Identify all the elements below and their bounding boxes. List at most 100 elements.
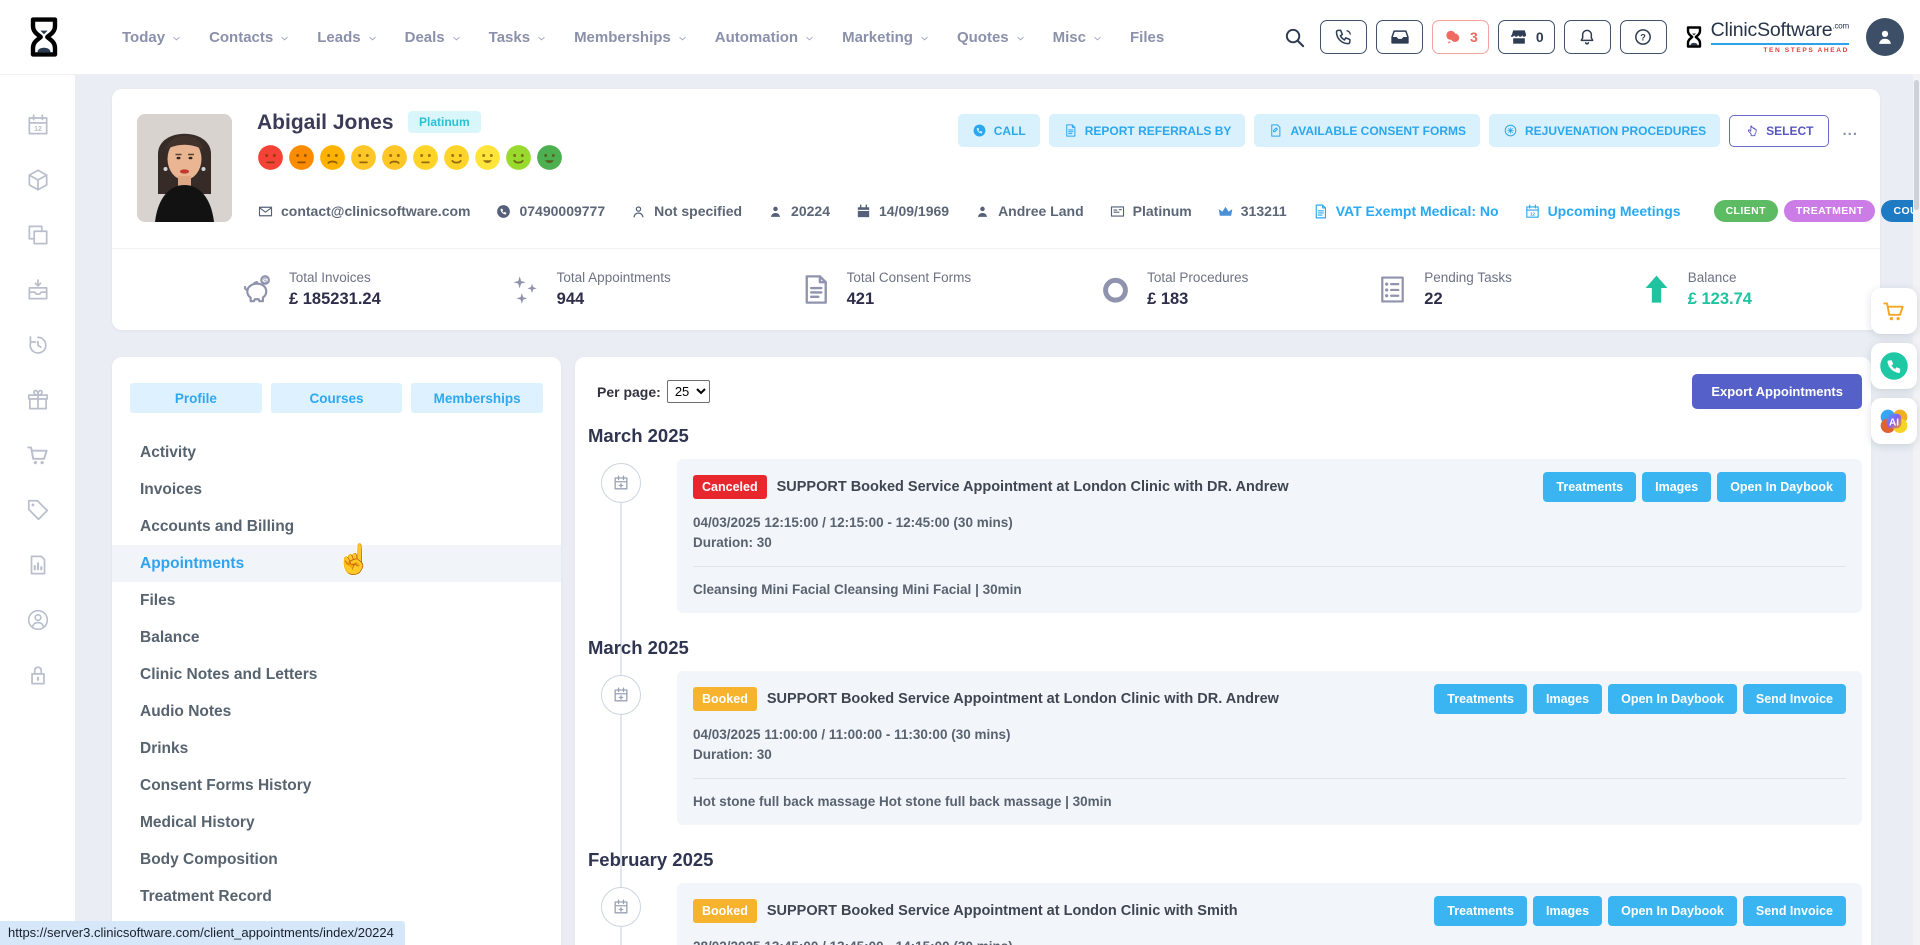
nav-leads[interactable]: Leads — [317, 29, 377, 46]
send-invoice-button[interactable]: Send Invoice — [1743, 896, 1846, 926]
call-button[interactable]: CALL — [958, 114, 1040, 147]
store-button[interactable]: 0 — [1498, 20, 1555, 54]
available-consent-forms-button[interactable]: AVAILABLE CONSENT FORMS — [1254, 114, 1480, 147]
sidebar-item-consent-forms-history[interactable]: Consent Forms History — [112, 767, 561, 804]
floating-phone-button[interactable] — [1871, 343, 1917, 389]
rail-gift-icon[interactable] — [25, 387, 51, 413]
notifications-button[interactable] — [1564, 20, 1611, 54]
rail-report-icon[interactable] — [25, 552, 51, 578]
mood-face-8[interactable] — [474, 144, 501, 171]
phone-teal-icon — [1879, 351, 1909, 381]
floating-ai-button[interactable]: AI — [1871, 398, 1917, 444]
sidebar-item-audio-notes[interactable]: Audio Notes — [112, 693, 561, 730]
scrollbar[interactable] — [1913, 74, 1920, 945]
mood-face-1[interactable] — [257, 144, 284, 171]
sidebar-item-drinks[interactable]: Drinks — [112, 730, 561, 767]
sidebar-item-files[interactable]: Files — [112, 582, 561, 619]
svg-text:12: 12 — [34, 126, 42, 133]
app-logo-icon[interactable] — [22, 8, 66, 66]
treatments-button[interactable]: Treatments — [1434, 684, 1527, 714]
scrollbar-thumb[interactable] — [1914, 80, 1919, 210]
nav-tasks[interactable]: Tasks — [489, 29, 547, 46]
nav-automation[interactable]: Automation — [715, 29, 815, 46]
mood-face-3[interactable] — [319, 144, 346, 171]
chat-button[interactable]: 3 — [1432, 20, 1489, 54]
treatments-button[interactable]: Treatments — [1543, 472, 1636, 502]
nav-marketing[interactable]: Marketing — [842, 29, 930, 46]
user-avatar[interactable] — [1866, 18, 1904, 56]
mood-scale — [257, 144, 1880, 171]
label-treatment[interactable]: TREATMENT — [1784, 200, 1876, 222]
store-icon — [1509, 27, 1529, 47]
tab-profile[interactable]: Profile — [130, 383, 262, 413]
sidebar-item-accounts-and-billing[interactable]: Accounts and Billing — [112, 508, 561, 545]
tab-memberships[interactable]: Memberships — [411, 383, 543, 413]
rail-lock-icon[interactable] — [25, 662, 51, 688]
export-appointments-button[interactable]: Export Appointments — [1692, 374, 1862, 409]
open-in-daybook-button[interactable]: Open In Daybook — [1608, 684, 1737, 714]
sidebar-item-clinic-notes-and-letters[interactable]: Clinic Notes and Letters — [112, 656, 561, 693]
mood-face-2[interactable] — [288, 144, 315, 171]
nav-today[interactable]: Today — [122, 29, 182, 46]
phone-button[interactable] — [1320, 20, 1367, 54]
sidebar-item-body-composition[interactable]: Body Composition — [112, 841, 561, 878]
link-status-bar: https://server3.clinicsoftware.com/clien… — [0, 921, 405, 945]
person-icon — [974, 203, 991, 220]
nav-files[interactable]: Files — [1130, 29, 1164, 46]
rail-account-icon[interactable] — [25, 607, 51, 633]
mood-face-9[interactable] — [505, 144, 532, 171]
images-button[interactable]: Images — [1533, 896, 1602, 926]
images-button[interactable]: Images — [1642, 472, 1711, 502]
floating-cart-button[interactable] — [1871, 288, 1917, 334]
send-invoice-button[interactable]: Send Invoice — [1743, 684, 1846, 714]
rail-inbox-tray-icon[interactable] — [25, 277, 51, 303]
mood-face-4[interactable] — [350, 144, 377, 171]
sidebar-item-invoices[interactable]: Invoices — [112, 471, 561, 508]
mood-face-5[interactable] — [381, 144, 408, 171]
more-options-button[interactable]: ... — [1842, 122, 1858, 139]
chevron-down-icon — [171, 33, 182, 44]
rail-cart-icon[interactable] — [25, 442, 51, 468]
mood-face-6[interactable] — [412, 144, 439, 171]
client-detail-upcoming-meetings[interactable]: 12Upcoming Meetings — [1524, 203, 1681, 220]
sidebar-item-treatment-record[interactable]: Treatment Record — [112, 878, 561, 915]
sidebar-item-medical-history[interactable]: Medical History — [112, 804, 561, 841]
rejuvenation-procedures-button[interactable]: REJUVENATION PROCEDURES — [1489, 114, 1720, 147]
nav-deals[interactable]: Deals — [405, 29, 462, 46]
user-icon — [1874, 26, 1896, 48]
donut-icon — [1098, 272, 1133, 307]
nav-contacts[interactable]: Contacts — [209, 29, 290, 46]
select-button[interactable]: SELECT — [1729, 115, 1829, 147]
rail-history-icon[interactable] — [25, 332, 51, 358]
nav-quotes[interactable]: Quotes — [957, 29, 1026, 46]
client-detail-vat-exempt-medical-no[interactable]: VAT Exempt Medical: No — [1312, 203, 1499, 220]
stat-value: £ 123.74 — [1688, 290, 1752, 309]
chevron-down-icon — [1092, 33, 1103, 44]
client-detail-contact-clinicsoftware-com: contact@clinicsoftware.com — [257, 203, 470, 220]
sidebar-item-activity[interactable]: Activity — [112, 434, 561, 471]
rail-calendar-icon[interactable]: 12 — [25, 112, 51, 138]
nav-memberships[interactable]: Memberships — [574, 29, 688, 46]
report-referrals-by-button[interactable]: REPORT REFERRALS BY — [1049, 114, 1246, 147]
help-button[interactable]: ? — [1620, 20, 1667, 54]
open-in-daybook-button[interactable]: Open In Daybook — [1717, 472, 1846, 502]
nav-misc[interactable]: Misc — [1053, 29, 1103, 46]
client-photo[interactable] — [137, 114, 232, 222]
rail-package-icon[interactable] — [25, 167, 51, 193]
treatments-button[interactable]: Treatments — [1434, 896, 1527, 926]
mood-face-7[interactable] — [443, 144, 470, 171]
images-button[interactable]: Images — [1533, 684, 1602, 714]
open-in-daybook-button[interactable]: Open In Daybook — [1608, 896, 1737, 926]
brand-logo[interactable]: ClinicSoftware.com TEN STEPS AHEAD — [1682, 21, 1849, 54]
rail-tag-icon[interactable] — [25, 497, 51, 523]
mood-face-10[interactable] — [536, 144, 563, 171]
label-client[interactable]: CLIENT — [1714, 200, 1778, 222]
rail-copy-icon[interactable] — [25, 222, 51, 248]
per-page-select[interactable]: 25 — [667, 380, 710, 403]
sidebar-item-balance[interactable]: Balance — [112, 619, 561, 656]
tab-courses[interactable]: Courses — [271, 383, 403, 413]
appointment-group: February 2025BookedSUPPORT Booked Servic… — [584, 849, 1862, 945]
hourglass-icon — [1682, 21, 1706, 53]
inbox-button[interactable] — [1376, 20, 1423, 54]
search-icon[interactable] — [1283, 26, 1306, 49]
